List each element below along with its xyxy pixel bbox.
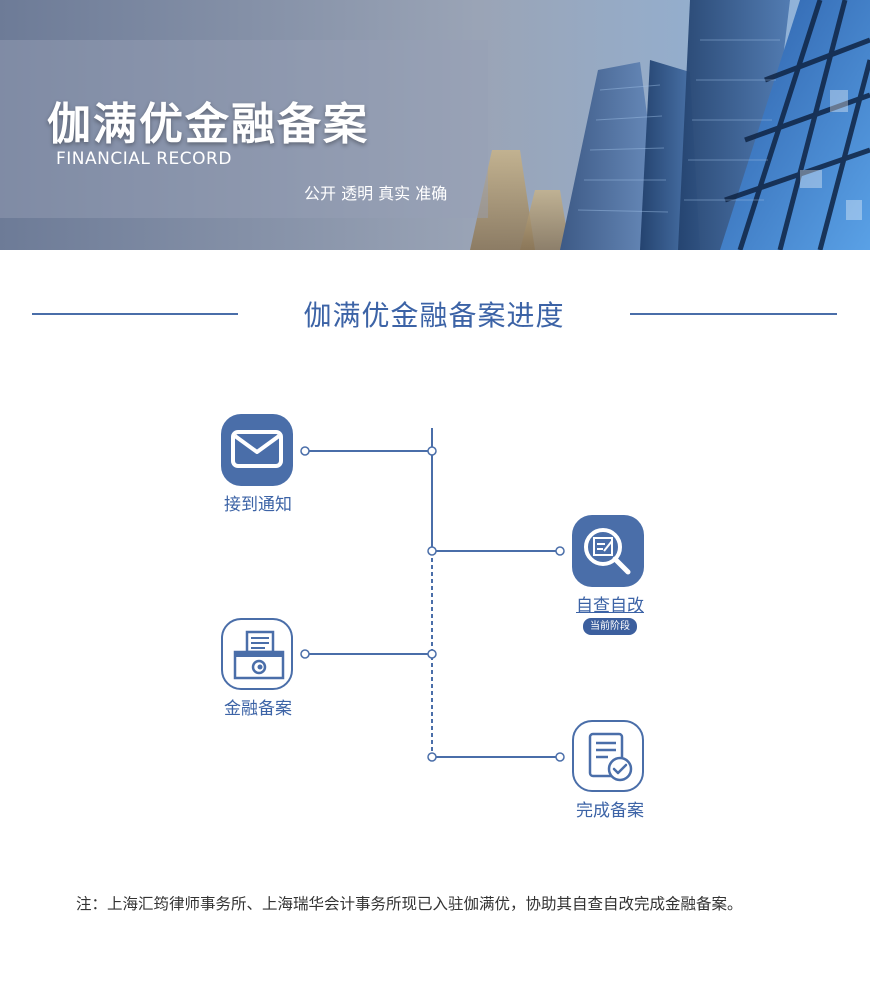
connector-node xyxy=(427,649,437,659)
connector-node xyxy=(427,752,437,762)
connector-node xyxy=(555,752,565,762)
step-record-icon-box xyxy=(221,618,293,690)
footnote: 注：上海汇筠律师事务所、上海瑞华会计事务所现已入驻伽满优，协助其自查自改完成金融… xyxy=(76,895,743,913)
connector-node xyxy=(555,546,565,556)
step-selfcheck-icon-box xyxy=(572,515,644,587)
step-notify-icon-box xyxy=(221,414,293,486)
printer-icon xyxy=(233,630,285,680)
current-stage-badge: 当前阶段 xyxy=(583,618,637,635)
step-selfcheck-label: 自查自改 xyxy=(576,596,644,616)
connector-node xyxy=(300,649,310,659)
envelope-icon xyxy=(231,430,283,468)
step-complete-icon-box xyxy=(572,720,644,792)
magnifier-document-icon xyxy=(584,528,631,575)
step-notify-label: 接到通知 xyxy=(224,495,292,515)
connector-node xyxy=(427,546,437,556)
step-complete-label: 完成备案 xyxy=(576,801,644,821)
document-check-icon xyxy=(588,732,633,782)
connector-node xyxy=(427,446,437,456)
step-record-label: 金融备案 xyxy=(224,699,292,719)
connector-node xyxy=(300,446,310,456)
progress-connector-lines xyxy=(300,428,565,762)
